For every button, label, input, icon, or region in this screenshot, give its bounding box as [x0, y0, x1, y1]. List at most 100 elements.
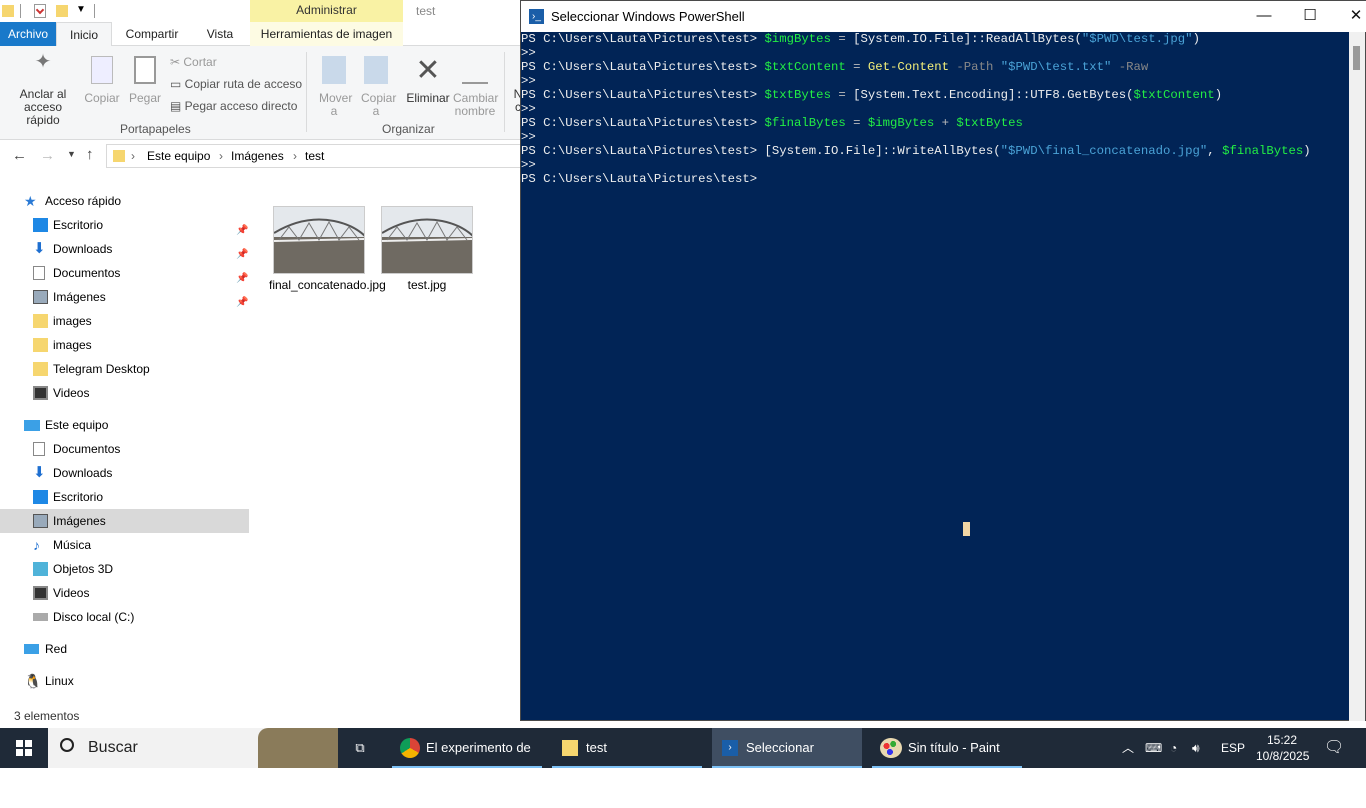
taskbar-explorer[interactable]: test [552, 728, 702, 768]
taskbar-powershell[interactable]: › Seleccionar Windo... [712, 728, 862, 795]
task-view-icon[interactable]: ⧉ [344, 728, 376, 768]
console-token: = [845, 116, 868, 130]
console-command-line: PS C:\Users\Lauta\Pictures\test> $imgByt… [521, 32, 1200, 46]
nav-label: Música [53, 538, 92, 552]
nav-pc-objetos-3d[interactable]: Objetos 3D [0, 557, 249, 581]
paste-button[interactable]: Pegar [126, 56, 164, 105]
tab-archivo[interactable]: Archivo [0, 22, 56, 46]
new-folder-icon[interactable] [56, 5, 68, 17]
file-list: final_concatenado.jpg test.jpg [255, 180, 521, 700]
separator [20, 4, 21, 18]
context-tab-label: Administrar [296, 3, 357, 17]
cut-button[interactable]: ✂ Cortar [170, 54, 217, 70]
console-output[interactable]: PS C:\Users\Lauta\Pictures\test> $imgByt… [521, 32, 1351, 186]
console-token: $imgBytes [867, 116, 935, 130]
tab-vista[interactable]: Vista [192, 22, 248, 46]
scrollbar-thumb[interactable] [1353, 46, 1360, 70]
console-token: [System.IO.File]::WriteAllBytes( [764, 144, 1001, 158]
nav-pc-musica[interactable]: ♪ Música [0, 533, 249, 557]
nav-videos[interactable]: Videos [0, 381, 249, 405]
nav-linux[interactable]: 🐧 Linux [0, 669, 249, 693]
paste-shortcut-button[interactable]: ▤ Pegar acceso directo [170, 98, 297, 114]
sloth-search-highlight-icon [258, 728, 338, 768]
console-command-line: PS C:\Users\Lauta\Pictures\test> $finalB… [521, 116, 1023, 130]
keyboard-icon[interactable]: ⌨ [1145, 728, 1162, 768]
nav-pc-escritorio[interactable]: Escritorio [0, 485, 249, 509]
nav-red[interactable]: Red [0, 637, 249, 661]
nav-downloads[interactable]: ⬇ Downloads 📌 [0, 237, 249, 261]
cut-label: Cortar [183, 55, 217, 69]
maximize-button[interactable]: ☐ [1287, 4, 1333, 30]
close-button[interactable]: ✕ [1333, 4, 1366, 30]
powershell-icon: › [722, 740, 738, 756]
paste-label: Pegar [128, 91, 162, 105]
nav-label: Videos [53, 586, 90, 600]
nav-images[interactable]: images [0, 333, 249, 357]
nav-documentos[interactable]: Documentos 📌 [0, 261, 249, 285]
nav-telegram-desktop[interactable]: Telegram Desktop [0, 357, 249, 381]
console-token: "$PWD\final_concatenado.jpg" [1000, 144, 1208, 158]
console-token: $finalBytes [1222, 144, 1304, 158]
file-item[interactable]: test.jpg [377, 206, 477, 316]
notifications-icon[interactable]: 🗨︎ [1324, 728, 1344, 768]
copy-button[interactable]: Copiar [82, 56, 122, 105]
tab-compartir[interactable]: Compartir [116, 22, 188, 46]
copy-to-button[interactable]: Copiar a [356, 56, 396, 118]
forward-arrow-icon[interactable]: → [40, 147, 55, 164]
text-cursor [963, 522, 970, 536]
console-token: + [934, 116, 957, 130]
tab-inicio[interactable]: Inicio [56, 22, 112, 47]
nav-acceso-rapido[interactable]: ★ Acceso rápido [0, 189, 249, 213]
tray-chevron-icon[interactable]: ︿ [1122, 728, 1134, 768]
recent-chevron-icon[interactable]: ▼ [67, 149, 76, 159]
breadcrumb-test[interactable]: test [305, 149, 324, 163]
minimize-button[interactable]: — [1241, 4, 1287, 30]
rename-label: Cambiar nombre [453, 91, 499, 118]
copy-to-label: Copiar a [361, 91, 397, 118]
copy-icon [91, 56, 113, 84]
nav-pc-videos[interactable]: Videos [0, 581, 249, 605]
copy-path-button[interactable]: ▭ Copiar ruta de acceso [170, 76, 302, 92]
search-icon [60, 738, 74, 752]
nav-escritorio[interactable]: Escritorio 📌 [0, 213, 249, 237]
nav-pc-disco-local[interactable]: Disco local (C:) [0, 605, 249, 629]
console-command-line: PS C:\Users\Lauta\Pictures\test> $txtCon… [521, 60, 1149, 74]
language-indicator[interactable]: ESP [1221, 728, 1245, 768]
nav-label: images [53, 314, 92, 328]
file-item[interactable]: final_concatenado.jpg [267, 206, 386, 316]
nav-label: Objetos 3D [53, 562, 114, 576]
nav-pc-downloads[interactable]: ⬇ Downloads [0, 461, 249, 485]
nav-images[interactable]: images [0, 309, 249, 333]
up-arrow-icon[interactable]: ↑ [86, 146, 94, 163]
nav-pc-documentos[interactable]: Documentos [0, 437, 249, 461]
delete-label: Eliminar [406, 91, 450, 105]
file-explorer-window: ▼ Administrar test Archivo Inicio Compar… [0, 0, 521, 728]
tab-herramientas-imagen[interactable]: Herramientas de imagen [250, 22, 403, 46]
network-icon [24, 644, 39, 654]
properties-icon[interactable] [34, 4, 46, 18]
delete-button[interactable]: ✕ Eliminar [404, 56, 452, 105]
volume-icon[interactable]: 🔊︎ [1192, 728, 1200, 768]
start-button[interactable] [0, 728, 48, 768]
breadcrumb-imagenes[interactable]: Imágenes [231, 149, 284, 163]
wifi-icon[interactable]: ◔ [1170, 728, 1177, 768]
separator [94, 4, 95, 18]
clock[interactable]: 15:22 10/8/2025 [1256, 732, 1309, 764]
breadcrumb-este-equipo[interactable]: Este equipo [147, 149, 210, 163]
move-to-button[interactable]: Mover a [314, 56, 354, 118]
nav-pc-imagenes[interactable]: Imágenes [0, 509, 249, 533]
pin-quick-access-button[interactable]: ✦ Anclar al acceso rápido [6, 52, 80, 127]
taskbar: Buscar ⧉ El experimento de ... test › Se… [0, 728, 1366, 795]
taskbar-chrome[interactable]: El experimento de ... [392, 728, 542, 795]
rename-button[interactable]: Cambiar nombre [452, 56, 498, 118]
star-icon: ★ [24, 193, 37, 209]
back-arrow-icon[interactable]: ← [12, 147, 27, 164]
console-scrollbar[interactable] [1349, 32, 1365, 721]
pictures-icon [33, 290, 48, 304]
nav-este-equipo[interactable]: Este equipo [0, 413, 249, 437]
chevron-down-icon[interactable]: ▼ [76, 4, 86, 18]
address-bar[interactable]: › Este equipo › Imágenes › test [106, 144, 521, 168]
taskbar-paint[interactable]: Sin título - Paint [872, 728, 1022, 768]
nav-imagenes[interactable]: Imágenes 📌 [0, 285, 249, 309]
taskbar-search[interactable]: Buscar [48, 728, 338, 768]
